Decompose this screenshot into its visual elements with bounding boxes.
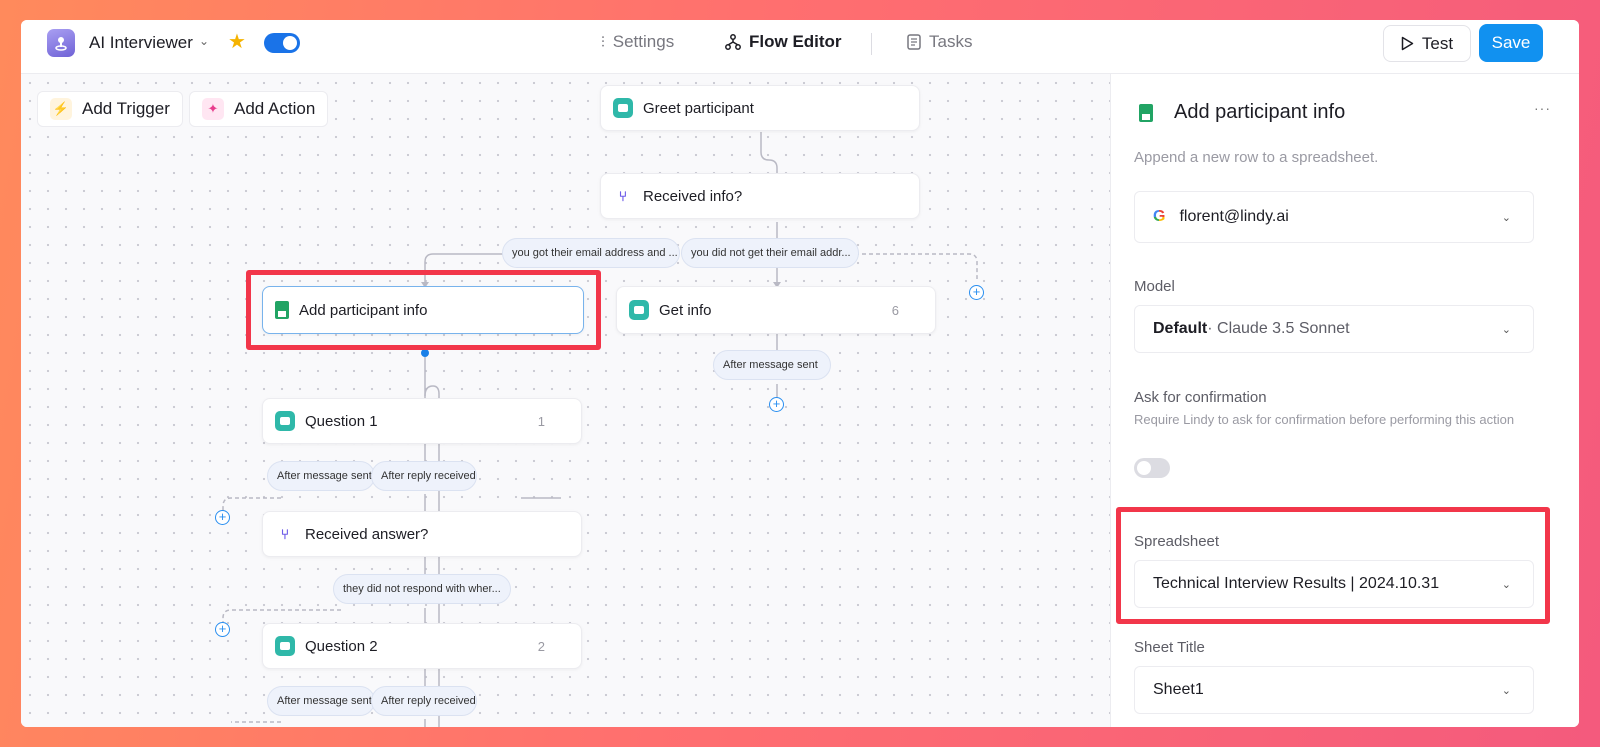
confirmation-help-text: Require Lindy to ask for confirmation be… bbox=[1134, 412, 1515, 427]
condition-pill-no-response[interactable]: they did not respond with wher... bbox=[333, 574, 511, 604]
spreadsheet-icon bbox=[275, 301, 289, 319]
chevron-down-icon: ⌄ bbox=[1501, 211, 1511, 224]
save-button[interactable]: Save bbox=[1479, 24, 1543, 62]
node-label: Received info? bbox=[643, 187, 743, 205]
condition-pill-after-reply[interactable]: After reply received bbox=[371, 461, 477, 491]
message-icon bbox=[275, 636, 295, 656]
agent-enabled-toggle[interactable] bbox=[264, 33, 300, 53]
node-label: Question 2 bbox=[305, 637, 378, 655]
chevron-down-icon: ⌄ bbox=[1501, 323, 1511, 336]
add-action-label: Add Action bbox=[234, 99, 316, 118]
node-count: 1 bbox=[537, 413, 545, 429]
tab-tasks[interactable]: Tasks bbox=[907, 32, 972, 52]
test-button[interactable]: Test bbox=[1383, 25, 1471, 62]
tab-flow-editor[interactable]: Flow Editor bbox=[725, 32, 842, 52]
step-settings-panel: Add participant info ··· Append a new ro… bbox=[1110, 74, 1579, 727]
model-select[interactable]: Default · Claude 3.5 Sonnet ⌄ bbox=[1134, 305, 1534, 353]
account-select[interactable]: G florent@lindy.ai ⌄ bbox=[1134, 191, 1534, 243]
spreadsheet-select[interactable]: Technical Interview Results | 2024.10.31… bbox=[1134, 560, 1534, 608]
condition-label: After message sent bbox=[277, 695, 372, 707]
more-options-icon[interactable]: ··· bbox=[1534, 100, 1551, 116]
add-step-plus-icon[interactable]: + bbox=[969, 285, 984, 300]
play-icon bbox=[1401, 36, 1414, 51]
node-label: Question 1 bbox=[305, 412, 378, 430]
flow-icon bbox=[725, 34, 741, 50]
condition-label: you did not get their email addr... bbox=[691, 247, 851, 259]
confirmation-toggle[interactable] bbox=[1134, 458, 1170, 478]
test-button-label: Test bbox=[1421, 33, 1454, 53]
tab-settings-label: Settings bbox=[612, 32, 675, 51]
message-icon bbox=[275, 411, 295, 431]
condition-label: After reply received bbox=[381, 470, 476, 482]
star-icon[interactable]: ★ bbox=[228, 29, 246, 54]
sheet-title-label: Sheet Title bbox=[1134, 639, 1205, 656]
condition-label: you got their email address and ... bbox=[512, 247, 678, 259]
node-greet-participant[interactable]: Greet participant bbox=[600, 85, 920, 131]
add-step-plus-icon[interactable]: + bbox=[215, 510, 230, 525]
condition-pill-after-message[interactable]: After message sent bbox=[713, 350, 831, 380]
panel-title[interactable]: Add participant info bbox=[1174, 101, 1345, 124]
app-logo-icon[interactable] bbox=[47, 29, 75, 57]
node-label: Greet participant bbox=[643, 99, 754, 117]
node-count: 2 bbox=[537, 638, 545, 654]
tab-settings[interactable]: ⫶ Settings bbox=[601, 32, 674, 52]
message-icon bbox=[613, 98, 633, 118]
condition-pill-after-message[interactable]: After message sent bbox=[267, 686, 375, 716]
top-bar: AI Interviewer ⌄ ★ ⫶ Settings Flow Edito… bbox=[21, 20, 1579, 74]
condition-pill-after-message[interactable]: After message sent bbox=[267, 461, 375, 491]
sheet-title-value: Sheet1 bbox=[1153, 681, 1204, 698]
node-received-info[interactable]: ⑂ Received info? bbox=[600, 173, 920, 219]
branch-icon: ⑂ bbox=[280, 526, 290, 542]
condition-label: After reply received bbox=[381, 695, 476, 707]
sheet-title-select[interactable]: Sheet1 ⌄ bbox=[1134, 666, 1534, 714]
message-icon bbox=[629, 300, 649, 320]
node-count: 6 bbox=[891, 302, 899, 318]
node-question-2[interactable]: Question 2 2 bbox=[262, 623, 582, 669]
sparkle-icon: ✦ bbox=[202, 98, 224, 120]
add-step-plus-icon[interactable]: + bbox=[215, 622, 230, 637]
model-detail: · Claude 3.5 Sonnet bbox=[1207, 320, 1350, 337]
node-question-1[interactable]: Question 1 1 bbox=[262, 398, 582, 444]
chevron-down-icon: ⌄ bbox=[1501, 684, 1511, 697]
condition-pill-got-email[interactable]: you got their email address and ... bbox=[502, 238, 680, 268]
nav-divider bbox=[871, 33, 872, 55]
app-name[interactable]: AI Interviewer bbox=[89, 33, 193, 53]
lightning-icon: ⚡ bbox=[50, 98, 72, 120]
google-icon: G bbox=[1153, 208, 1166, 225]
node-add-participant-info[interactable]: Add participant info bbox=[262, 286, 584, 334]
chevron-down-icon[interactable]: ⌄ bbox=[199, 34, 209, 48]
add-trigger-button[interactable]: ⚡ Add Trigger bbox=[37, 91, 183, 127]
chevron-down-icon: ⌄ bbox=[1501, 578, 1511, 591]
flow-canvas[interactable]: ⚡ Add Trigger ✦ Add Action Greet partici… bbox=[21, 74, 1110, 727]
document-icon bbox=[907, 34, 921, 50]
node-received-answer[interactable]: ⑂ Received answer? bbox=[262, 511, 582, 557]
tab-flow-editor-label: Flow Editor bbox=[749, 32, 842, 51]
model-value: Default bbox=[1153, 320, 1208, 337]
condition-pill-after-reply[interactable]: After reply received bbox=[371, 686, 477, 716]
add-action-button[interactable]: ✦ Add Action bbox=[189, 91, 329, 127]
condition-label: they did not respond with wher... bbox=[343, 583, 501, 595]
node-label: Get info bbox=[659, 301, 712, 319]
add-step-plus-icon[interactable]: + bbox=[769, 397, 784, 412]
branch-icon: ⑂ bbox=[618, 188, 628, 204]
node-label: Add participant info bbox=[299, 301, 428, 319]
add-trigger-label: Add Trigger bbox=[82, 99, 170, 118]
account-value: florent@lindy.ai bbox=[1179, 208, 1289, 225]
app-window: AI Interviewer ⌄ ★ ⫶ Settings Flow Edito… bbox=[21, 20, 1579, 727]
tab-tasks-label: Tasks bbox=[929, 32, 973, 51]
condition-label: After message sent bbox=[277, 470, 372, 482]
node-label: Received answer? bbox=[305, 525, 429, 543]
panel-description: Append a new row to a spreadsheet. bbox=[1134, 149, 1379, 166]
spreadsheet-label: Spreadsheet bbox=[1134, 533, 1220, 550]
spreadsheet-value: Technical Interview Results | 2024.10.31 bbox=[1153, 575, 1440, 592]
confirmation-label: Ask for confirmation bbox=[1134, 389, 1267, 406]
condition-pill-no-email[interactable]: you did not get their email addr... bbox=[681, 238, 859, 268]
condition-label: After message sent bbox=[723, 359, 818, 371]
sliders-icon: ⫶ bbox=[601, 33, 605, 51]
model-label: Model bbox=[1134, 278, 1175, 295]
node-get-info[interactable]: Get info 6 bbox=[616, 286, 936, 334]
spreadsheet-icon bbox=[1139, 104, 1153, 122]
